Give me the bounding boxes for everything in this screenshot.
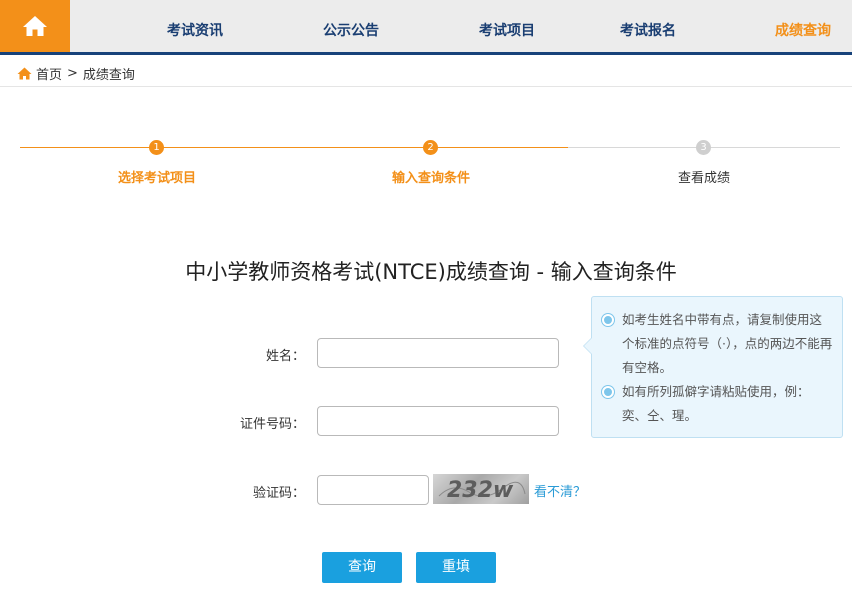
nav-item-exam-registration[interactable]: 考试报名 — [620, 0, 676, 52]
home-button[interactable] — [0, 0, 70, 52]
tip-text: 如有所列孤僻字请粘贴使用，例：奕、仝、瑆。 — [622, 384, 810, 423]
name-input[interactable] — [317, 338, 559, 368]
step-1-number: 1 — [149, 140, 164, 155]
nav-item-score-query[interactable]: 成绩查询 — [775, 0, 831, 52]
tip-text: 如考生姓名中带有点，请复制使用这个标准的点符号（·），点的两边不能再有空格。 — [622, 312, 833, 375]
tip-arrow — [583, 337, 592, 355]
reset-button[interactable]: 重填 — [416, 552, 496, 583]
query-button[interactable]: 查询 — [322, 552, 402, 583]
home-icon — [17, 67, 32, 79]
captcha-label: 验证码： — [252, 486, 305, 501]
home-icon — [23, 16, 47, 36]
step-3-number: 3 — [696, 140, 711, 155]
captcha-input[interactable] — [317, 475, 429, 505]
breadcrumb-separator: > — [67, 65, 78, 81]
breadcrumb-divider — [0, 86, 852, 87]
breadcrumb: 首页 > 成绩查询 — [17, 62, 135, 84]
step-2-number: 2 — [423, 140, 438, 155]
id-number-label: 证件号码： — [239, 417, 305, 432]
breadcrumb-home-link[interactable]: 首页 — [36, 64, 62, 83]
tip-box: 如考生姓名中带有点，请复制使用这个标准的点符号（·），点的两边不能再有空格。 如… — [583, 296, 843, 438]
tip-item: 如有所列孤僻字请粘贴使用，例：奕、仝、瑆。 — [602, 380, 834, 428]
captcha-image[interactable]: 232w — [433, 474, 529, 504]
bullet-icon — [602, 314, 614, 326]
step-3-label: 查看成绩 — [677, 171, 731, 186]
tip-item: 如考生姓名中带有点，请复制使用这个标准的点符号（·），点的两边不能再有空格。 — [602, 308, 834, 380]
nav-item-announcements[interactable]: 公示公告 — [323, 0, 379, 52]
bullet-icon — [602, 386, 614, 398]
captcha-refresh-link[interactable]: 看不清？ — [534, 481, 586, 500]
step-2-label: 输入查询条件 — [391, 171, 471, 186]
top-navigation: 考试资讯 公示公告 考试项目 考试报名 成绩查询 — [0, 0, 852, 55]
step-line-done — [20, 147, 568, 148]
captcha-text: 232w — [447, 478, 514, 503]
captcha-graphic: 232w — [438, 478, 526, 503]
nav-item-exam-projects[interactable]: 考试项目 — [479, 0, 535, 52]
id-number-input[interactable] — [317, 406, 559, 436]
nav-item-exam-news[interactable]: 考试资讯 — [167, 0, 223, 52]
progress-steps: 1 选择考试项目 2 输入查询条件 3 查看成绩 — [0, 130, 852, 190]
step-1-label: 选择考试项目 — [117, 171, 197, 186]
breadcrumb-current: 成绩查询 — [82, 67, 135, 83]
page-title: 中小学教师资格考试(NTCE)成绩查询 - 输入查询条件 — [185, 260, 677, 284]
name-label: 姓名： — [265, 349, 305, 364]
